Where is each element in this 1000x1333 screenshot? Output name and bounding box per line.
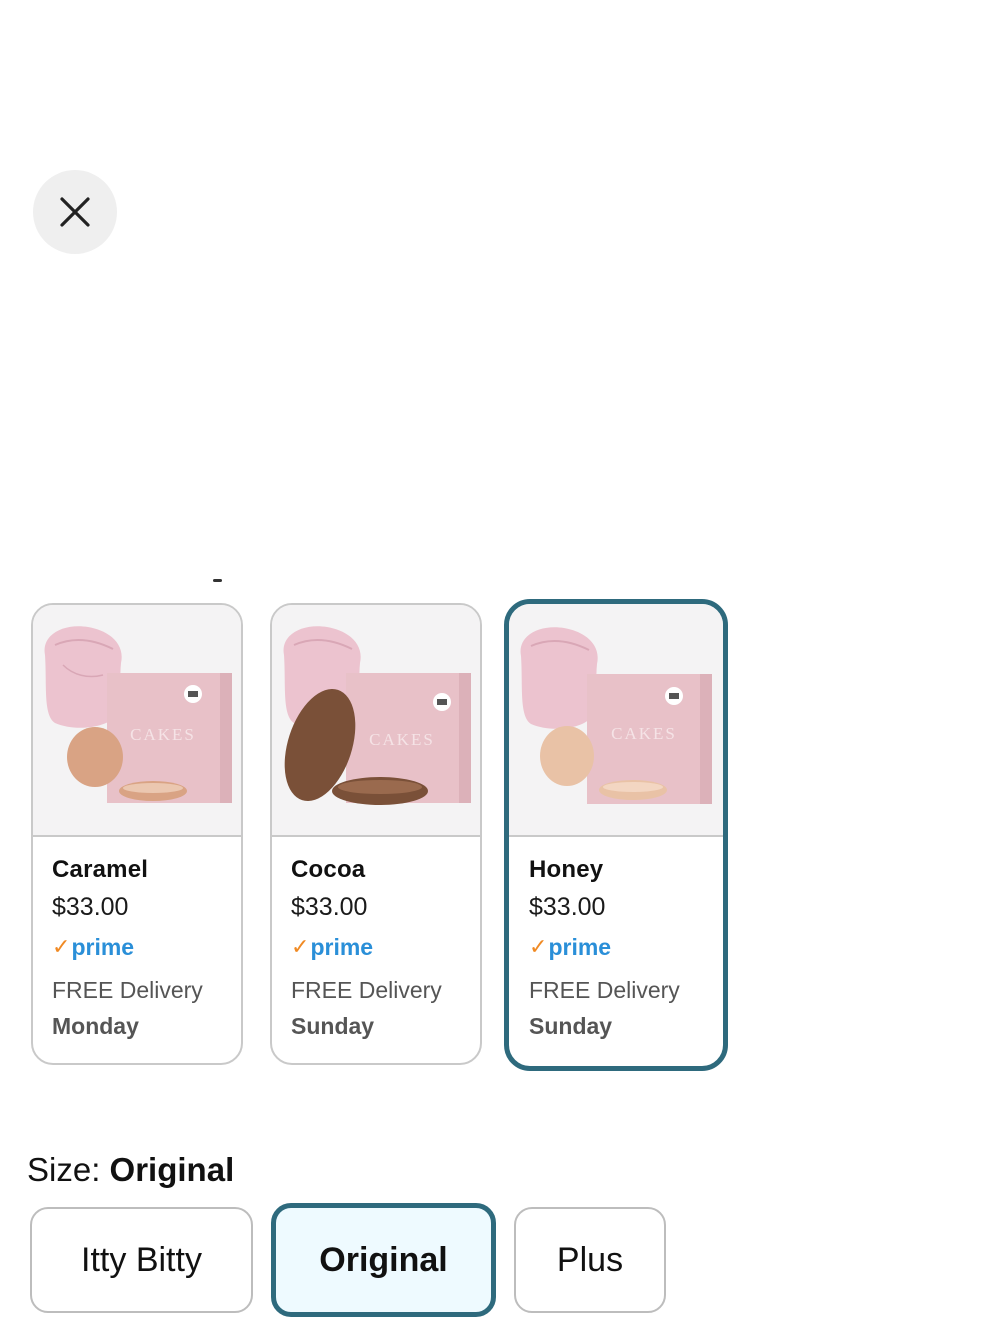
divider	[213, 579, 222, 582]
size-option-label: Itty Bitty	[81, 1240, 202, 1279]
color-option-caramel[interactable]: CAKES Caramel $33.00 ✓ prime FREE Delive…	[31, 603, 243, 1065]
price: $33.00	[52, 893, 129, 921]
color-name: Honey	[529, 856, 604, 883]
size-option-itty-bitty[interactable]: Itty Bitty	[30, 1207, 253, 1313]
check-icon: ✓	[52, 934, 71, 959]
close-icon	[58, 195, 92, 229]
price: $33.00	[291, 893, 368, 921]
size-label-prefix: Size:	[27, 1151, 110, 1188]
prime-badge: ✓ prime	[529, 932, 723, 962]
brand-logo: CAKES	[130, 725, 196, 744]
prime-badge: ✓ prime	[52, 932, 241, 962]
size-option-label: Plus	[556, 1240, 624, 1279]
delivery-text: FREE Delivery	[52, 977, 203, 1003]
price: $33.00	[529, 893, 606, 921]
product-image: CAKES	[272, 605, 480, 837]
size-selected-value: Original	[109, 1151, 235, 1188]
product-image: CAKES	[33, 605, 241, 837]
product-image: CAKES	[509, 604, 723, 837]
close-button[interactable]	[33, 170, 117, 254]
color-name: Caramel	[52, 856, 149, 883]
size-option-plus[interactable]: Plus	[514, 1207, 666, 1313]
prime-label: prime	[548, 933, 612, 960]
delivery-text: FREE Delivery	[529, 977, 680, 1003]
size-option-original[interactable]: Original	[271, 1203, 496, 1317]
delivery-day: Monday	[52, 1013, 139, 1039]
delivery-day: Sunday	[529, 1013, 613, 1039]
prime-label: prime	[310, 933, 374, 960]
size-option-label: Original	[319, 1240, 448, 1279]
delivery-day: Sunday	[291, 1013, 375, 1039]
check-icon: ✓	[529, 934, 548, 959]
brand-logo: CAKES	[611, 724, 677, 743]
prime-badge: ✓ prime	[291, 932, 480, 962]
brand-logo: CAKES	[369, 730, 435, 749]
prime-label: prime	[71, 933, 135, 960]
color-option-honey[interactable]: CAKES Honey $33.00 ✓ prime FREE Delivery…	[504, 599, 728, 1071]
size-label: Size: Original	[27, 1150, 234, 1190]
color-option-cocoa[interactable]: CAKES Cocoa $33.00 ✓ prime FREE Delivery…	[270, 603, 482, 1065]
color-name: Cocoa	[291, 856, 366, 883]
check-icon: ✓	[291, 934, 310, 959]
delivery-text: FREE Delivery	[291, 977, 442, 1003]
